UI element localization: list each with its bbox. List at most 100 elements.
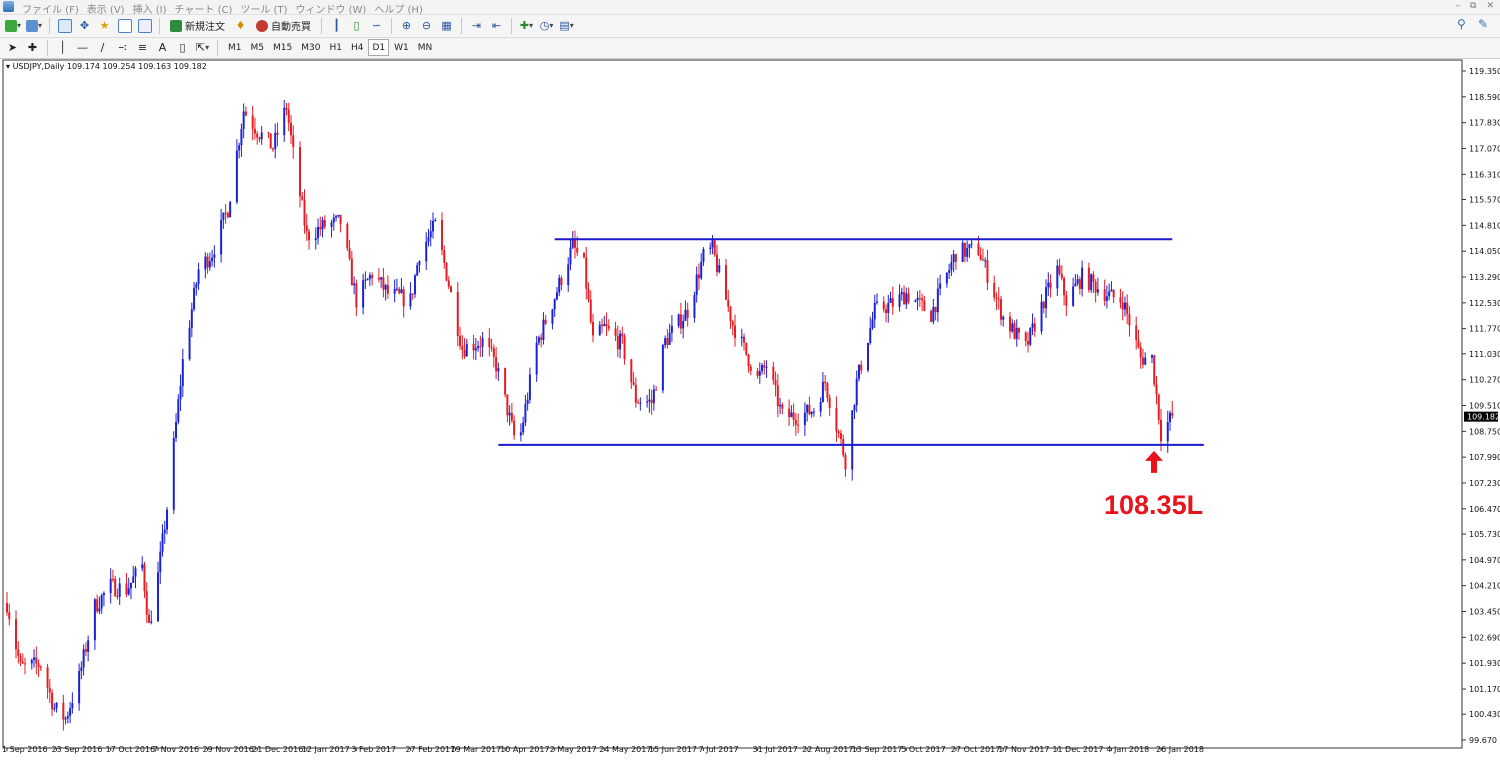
timeframe-m15[interactable]: M15	[269, 39, 296, 56]
search-icon[interactable]: ⚲	[1457, 17, 1466, 31]
auto-scroll-icon[interactable]: ⇥	[468, 17, 485, 34]
crosshair-icon[interactable]: ✚	[24, 39, 41, 56]
tester-icon[interactable]	[136, 17, 153, 34]
tile-windows-icon[interactable]: ▦	[438, 17, 455, 34]
candle-body	[141, 564, 144, 569]
y-tick-label: 117.830	[1469, 119, 1500, 128]
candle-body	[150, 621, 153, 623]
market-watch-icon[interactable]	[56, 17, 73, 34]
terminal-icon[interactable]	[116, 17, 133, 34]
zoom-in-icon[interactable]: ⊕	[398, 17, 415, 34]
candle-body	[1024, 332, 1027, 342]
auto-trading-button[interactable]: 自動売買	[252, 17, 315, 34]
candle-body	[519, 432, 522, 436]
candle-body	[889, 298, 892, 303]
candle-body	[589, 299, 592, 322]
timeframe-h1[interactable]: H1	[325, 39, 346, 56]
candle-body	[630, 359, 633, 383]
new-chart-icon[interactable]: ▾	[4, 17, 22, 34]
menu-item[interactable]: ファイル (F)	[22, 0, 87, 16]
candle-body	[242, 111, 245, 129]
navigator-icon[interactable]: ★	[96, 17, 113, 34]
data-window-icon[interactable]: ✥	[76, 17, 93, 34]
text-label-icon[interactable]: ▯	[174, 39, 191, 56]
bar-chart-icon[interactable]: ┃	[328, 17, 345, 34]
close-icon[interactable]: ✕	[1486, 1, 1494, 11]
new-order-button[interactable]: 新規注文	[166, 17, 229, 34]
menu-item[interactable]: 挿入 (I)	[133, 0, 175, 16]
candle-body	[1139, 347, 1142, 358]
y-tick-label: 106.470	[1469, 505, 1500, 514]
candle-body	[1018, 328, 1021, 333]
candle-body	[522, 422, 525, 433]
candle-body	[916, 297, 919, 301]
horizontal-line-icon[interactable]: —	[74, 39, 91, 56]
timeframe-d1[interactable]: D1	[368, 39, 390, 56]
candle-body	[409, 293, 412, 307]
menu-item[interactable]: 表示 (V)	[87, 0, 133, 16]
candle-body	[339, 214, 342, 225]
channel-icon[interactable]: ∹	[114, 39, 131, 56]
profiles-icon[interactable]: ▾	[25, 17, 43, 34]
text-icon[interactable]: A	[154, 39, 171, 56]
timeframe-m1[interactable]: M1	[224, 39, 246, 56]
candle-body	[258, 137, 261, 140]
candle-body	[1072, 286, 1075, 306]
menu-item[interactable]: ツール (T)	[240, 0, 295, 16]
arrows-icon[interactable]: ⇱ ▾	[194, 39, 211, 56]
candle-body	[188, 327, 191, 360]
chart-canvas[interactable]: 119.350 118.590 117.830 117.070 116.310 115.5…	[0, 59, 1500, 760]
chart-window[interactable]: 119.350 118.590 117.830 117.070 116.310 115.5…	[0, 59, 1500, 760]
timeframe-m5[interactable]: M5	[247, 39, 269, 56]
candle-body	[1121, 302, 1124, 310]
menu-item[interactable]: ウィンドウ (W)	[295, 0, 374, 16]
trendline-icon[interactable]: ∕	[94, 39, 111, 56]
candle-body	[362, 280, 365, 308]
candle-body	[648, 399, 651, 402]
indicators-icon[interactable]: ✚ ▾	[518, 17, 535, 34]
candle-body	[398, 288, 401, 293]
menu-item[interactable]: チャート (C)	[175, 0, 241, 16]
timeframe-m30[interactable]: M30	[297, 39, 324, 56]
chat-icon[interactable]: ✎	[1478, 17, 1488, 31]
restore-icon[interactable]: ⧉	[1470, 1, 1476, 11]
candle-body	[366, 279, 369, 281]
timeframe-h4[interactable]: H4	[347, 39, 368, 56]
candlestick-icon[interactable]: ▯	[348, 17, 365, 34]
line-chart-icon[interactable]: ∽	[368, 17, 385, 34]
candle-body	[35, 657, 38, 664]
menu-item[interactable]: ヘルプ (H)	[374, 0, 431, 16]
candle-body	[127, 588, 130, 595]
cursor-icon[interactable]: ➤	[4, 39, 21, 56]
metaeditor-icon[interactable]: ♦	[232, 17, 249, 34]
periods-icon[interactable]: ◷ ▾	[538, 17, 555, 34]
candle-body	[952, 254, 955, 263]
timeframe-w1[interactable]: W1	[390, 39, 413, 56]
vertical-line-icon[interactable]: │	[54, 39, 71, 56]
minimize-icon[interactable]: –	[1456, 1, 1461, 11]
candle-body	[177, 399, 180, 423]
candle-body	[102, 593, 105, 596]
templates-icon[interactable]: ▤ ▾	[558, 17, 575, 34]
fibonacci-icon[interactable]: ≡	[134, 39, 151, 56]
x-tick-label: 21 Dec 2016	[252, 745, 303, 754]
y-tick-label: 117.070	[1469, 145, 1500, 154]
candle-body	[17, 649, 20, 657]
candle-body	[634, 384, 637, 403]
candle-body	[267, 132, 270, 134]
candle-body	[637, 402, 640, 404]
candle-body	[253, 128, 256, 134]
zoom-out-icon[interactable]: ⊖	[418, 17, 435, 34]
candle-body	[1141, 357, 1144, 365]
new-order-icon	[170, 19, 183, 32]
candle-body	[195, 283, 198, 288]
candle-body	[80, 667, 83, 672]
collapse-arrow-icon[interactable]: ▾	[6, 62, 10, 71]
candle-body	[321, 219, 324, 230]
chart-shift-icon[interactable]: ⇤	[488, 17, 505, 34]
candle-body	[413, 275, 416, 295]
standard-toolbar: ▾ ▾ ✥ ★ 新規注文 ♦ 自動売買 ┃ ▯ ∽ ⊕ ⊖ ▦ ⇥ ⇤ ✚ ▾ ◷…	[0, 15, 1500, 38]
timeframe-mn[interactable]: MN	[414, 39, 437, 56]
candle-body	[447, 280, 450, 287]
y-tick-label: 101.930	[1469, 659, 1500, 668]
